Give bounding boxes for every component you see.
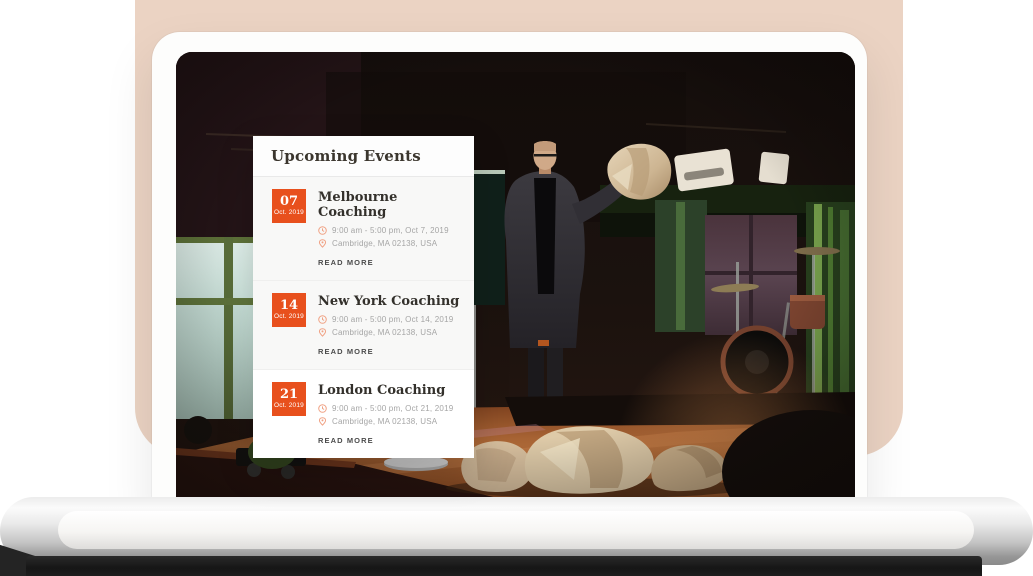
events-card-title: Upcoming Events (271, 147, 421, 165)
event-location-row: Cambridge, MA 02138, USA (318, 417, 453, 426)
event-title: London Coaching (318, 383, 453, 398)
clock-icon (318, 226, 327, 235)
event-time: 9:00 am - 5:00 pm, Oct 14, 2019 (332, 315, 453, 324)
event-time: 9:00 am - 5:00 pm, Oct 21, 2019 (332, 404, 453, 413)
event-month-year: Oct. 2019 (272, 314, 306, 321)
event-date-badge: 21 Oct. 2019 (272, 382, 306, 416)
clock-icon (318, 404, 327, 413)
event-location: Cambridge, MA 02138, USA (332, 417, 437, 426)
event-location-row: Cambridge, MA 02138, USA (318, 328, 459, 337)
event-day: 07 (272, 195, 306, 208)
event-month-year: Oct. 2019 (272, 403, 306, 410)
event-location: Cambridge, MA 02138, USA (332, 239, 437, 248)
events-card-header: Upcoming Events (253, 136, 474, 177)
read-more-link[interactable]: READ MORE (318, 258, 374, 267)
event-item-london[interactable]: 21 Oct. 2019 London Coaching 9:00 am - 5… (253, 369, 474, 458)
event-item-melbourne[interactable]: 07 Oct. 2019 Melbourne Coaching 9:00 am … (253, 177, 474, 280)
clock-icon (318, 315, 327, 324)
event-item-new-york[interactable]: 14 Oct. 2019 New York Coaching 9:00 am -… (253, 280, 474, 369)
event-day: 21 (272, 388, 306, 401)
event-body: London Coaching 9:00 am - 5:00 pm, Oct 2… (318, 382, 453, 448)
event-time-row: 9:00 am - 5:00 pm, Oct 14, 2019 (318, 315, 459, 324)
event-location: Cambridge, MA 02138, USA (332, 328, 437, 337)
event-location-row: Cambridge, MA 02138, USA (318, 239, 460, 248)
laptop-base-deck (58, 511, 974, 549)
event-time: 9:00 am - 5:00 pm, Oct 7, 2019 (332, 226, 449, 235)
map-pin-icon (318, 239, 327, 248)
event-title: Melbourne Coaching (318, 190, 460, 220)
event-date-badge: 14 Oct. 2019 (272, 293, 306, 327)
event-month-year: Oct. 2019 (272, 210, 306, 217)
read-more-link[interactable]: READ MORE (318, 347, 374, 356)
laptop-base-bottom (26, 556, 982, 576)
event-body: New York Coaching 9:00 am - 5:00 pm, Oct… (318, 293, 459, 359)
event-time-row: 9:00 am - 5:00 pm, Oct 21, 2019 (318, 404, 453, 413)
event-body: Melbourne Coaching 9:00 am - 5:00 pm, Oc… (318, 189, 460, 270)
upcoming-events-card: Upcoming Events 07 Oct. 2019 Melbourne C… (253, 136, 474, 458)
event-day: 14 (272, 299, 306, 312)
event-title: New York Coaching (318, 294, 459, 309)
page: Upcoming Events 07 Oct. 2019 Melbourne C… (0, 0, 1033, 576)
map-pin-icon (318, 417, 327, 426)
map-pin-icon (318, 328, 327, 337)
event-date-badge: 07 Oct. 2019 (272, 189, 306, 223)
read-more-link[interactable]: READ MORE (318, 436, 374, 445)
event-time-row: 9:00 am - 5:00 pm, Oct 7, 2019 (318, 226, 460, 235)
